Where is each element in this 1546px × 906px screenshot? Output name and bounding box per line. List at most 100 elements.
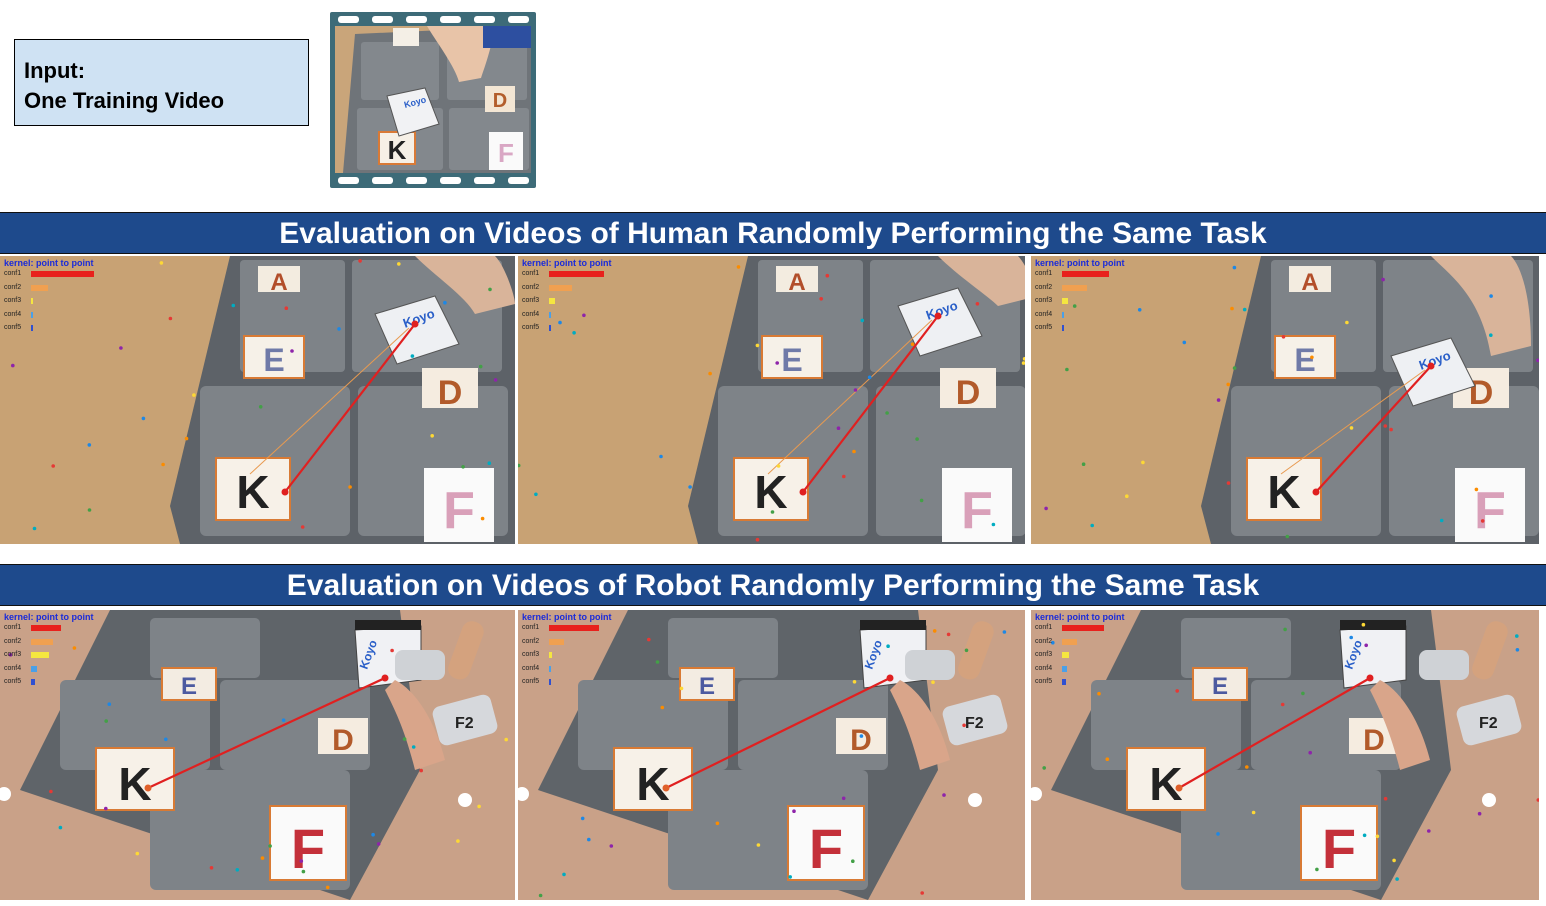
- confidence-bar: [31, 625, 62, 631]
- confidence-row: conf1: [4, 269, 95, 283]
- svg-text:D: D: [493, 90, 507, 112]
- svg-text:E: E: [181, 673, 197, 700]
- confidence-overlay: kernel: point to point conf1 conf2 conf3…: [4, 258, 95, 337]
- svg-text:E: E: [1294, 342, 1315, 378]
- confidence-label: conf5: [1035, 678, 1053, 685]
- confidence-bar: [549, 271, 605, 277]
- confidence-bar: [1062, 679, 1066, 685]
- training-video-frame: D K F Koyo: [335, 26, 531, 173]
- confidence-bar: [549, 679, 551, 685]
- confidence-bar: [31, 298, 33, 304]
- confidence-label: conf4: [1035, 310, 1053, 318]
- confidence-label: conf5: [522, 324, 540, 331]
- human-eval-frame-2: A E D K F Koyo kernel: point to point co…: [518, 256, 1025, 544]
- confidence-row: conf3: [522, 650, 612, 664]
- confidence-label: conf2: [4, 637, 22, 645]
- confidence-row: conf3: [1035, 296, 1125, 310]
- svg-text:F: F: [498, 138, 514, 168]
- kernel-label: kernel: point to point: [522, 612, 612, 622]
- svg-text:K: K: [236, 466, 269, 518]
- confidence-overlay: kernel: point to point conf1 conf2 conf3…: [4, 612, 94, 691]
- confidence-label: conf5: [1035, 324, 1053, 331]
- input-label-line2: One Training Video: [24, 88, 225, 113]
- confidence-row: conf2: [1035, 637, 1125, 651]
- svg-text:D: D: [438, 374, 463, 412]
- confidence-bar: [549, 652, 553, 658]
- svg-text:F: F: [1322, 817, 1356, 880]
- svg-text:F: F: [809, 817, 843, 880]
- confidence-row: conf3: [4, 296, 94, 310]
- confidence-label: conf1: [522, 270, 540, 277]
- human-eval-frame-3: A E D K F Koyo kernel: point to point co…: [1031, 256, 1539, 544]
- svg-text:A: A: [788, 269, 805, 296]
- svg-text:K: K: [1267, 466, 1300, 518]
- svg-text:A: A: [1301, 269, 1318, 296]
- confidence-label: conf1: [1035, 624, 1053, 631]
- confidence-bar: [549, 311, 551, 318]
- confidence-bar: [1062, 665, 1067, 672]
- robot-eval-frame-1: E D K F Koyo F2 kernel: point to point c…: [0, 610, 515, 900]
- confidence-row: conf5: [522, 677, 612, 691]
- confidence-row: conf4: [522, 664, 612, 678]
- confidence-row: conf4: [4, 664, 94, 678]
- confidence-bar: [1062, 284, 1087, 291]
- confidence-bar: [1062, 325, 1064, 331]
- confidence-overlay: kernel: point to point conf1 conf2 conf3…: [522, 612, 612, 691]
- svg-text:E: E: [263, 342, 284, 378]
- confidence-bar: [31, 325, 33, 331]
- svg-text:E: E: [781, 342, 802, 378]
- robot-eval-frame-2: E D K F Koyo F2 kernel: point to point c…: [518, 610, 1025, 900]
- svg-text:K: K: [754, 466, 787, 518]
- confidence-row: conf2: [1035, 283, 1125, 297]
- confidence-label: conf2: [1035, 283, 1053, 291]
- confidence-row: conf5: [4, 323, 94, 337]
- confidence-bar: [31, 652, 49, 658]
- confidence-row: conf2: [4, 283, 94, 297]
- confidence-bar: [1062, 311, 1064, 318]
- confidence-row: conf1: [1035, 269, 1125, 283]
- confidence-overlay: kernel: point to point conf1 conf2 conf3…: [1035, 612, 1125, 691]
- human-eval-banner: Evaluation on Videos of Human Randomly P…: [0, 212, 1546, 254]
- confidence-bar: [549, 325, 551, 331]
- confidence-bar: [549, 665, 552, 672]
- svg-text:K: K: [1149, 758, 1182, 810]
- confidence-label: conf5: [4, 324, 22, 331]
- confidence-label: conf1: [522, 624, 540, 631]
- confidence-row: conf1: [4, 623, 94, 637]
- confidence-label: conf2: [4, 283, 22, 291]
- confidence-row: conf1: [522, 623, 612, 637]
- svg-text:D: D: [332, 724, 354, 757]
- svg-text:K: K: [636, 758, 669, 810]
- confidence-row: conf5: [522, 323, 612, 337]
- confidence-bar: [31, 311, 33, 318]
- confidence-bar: [1062, 652, 1070, 658]
- svg-text:E: E: [1212, 673, 1228, 700]
- kernel-label: kernel: point to point: [1035, 612, 1125, 622]
- confidence-bar: [31, 638, 53, 645]
- kernel-label: kernel: point to point: [4, 612, 94, 622]
- confidence-row: conf1: [1035, 623, 1125, 637]
- confidence-overlay: kernel: point to point conf1 conf2 conf3…: [522, 258, 612, 337]
- confidence-label: conf3: [522, 297, 540, 304]
- confidence-row: conf4: [4, 310, 94, 324]
- confidence-row: conf2: [522, 283, 612, 297]
- input-label-line1: Input:: [24, 58, 86, 83]
- confidence-label: conf2: [1035, 637, 1053, 645]
- confidence-label: conf3: [1035, 651, 1053, 658]
- svg-text:F2: F2: [1479, 715, 1498, 732]
- svg-text:F: F: [443, 482, 475, 540]
- confidence-label: conf2: [522, 637, 540, 645]
- svg-text:D: D: [956, 374, 981, 412]
- confidence-bar: [549, 625, 599, 631]
- kernel-label: kernel: point to point: [4, 258, 94, 268]
- svg-text:E: E: [699, 673, 715, 700]
- confidence-label: conf4: [4, 310, 22, 318]
- confidence-label: conf3: [1035, 297, 1053, 304]
- confidence-label: conf5: [522, 678, 540, 685]
- confidence-label: conf4: [522, 310, 540, 318]
- svg-text:D: D: [1363, 724, 1385, 757]
- confidence-label: conf1: [1035, 270, 1053, 277]
- input-label-box: Input: One Training Video: [14, 39, 309, 126]
- confidence-row: conf3: [1035, 650, 1125, 664]
- confidence-row: conf4: [522, 310, 612, 324]
